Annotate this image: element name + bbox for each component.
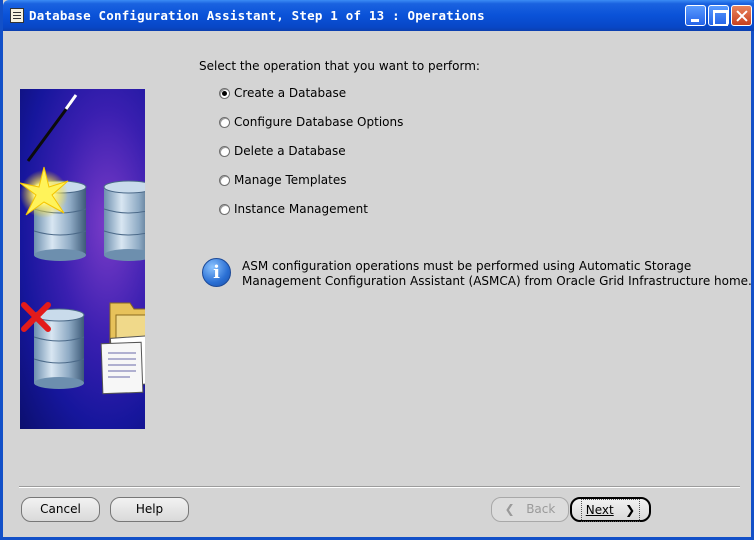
option-configure-database-options[interactable]: Configure Database Options	[219, 114, 403, 130]
database-delete-icon	[21, 302, 85, 389]
option-create-database[interactable]: Create a Database	[219, 85, 346, 101]
app-icon[interactable]	[10, 8, 24, 23]
close-button[interactable]	[731, 5, 752, 26]
radio-button[interactable]	[219, 145, 230, 157]
wizard-illustration	[20, 89, 145, 429]
radio-button[interactable]	[219, 174, 230, 186]
maximize-button[interactable]	[708, 5, 729, 26]
info-line-2: Management Configuration Assistant (ASMC…	[242, 274, 752, 288]
info-line-1: ASM configuration operations must be per…	[242, 259, 692, 273]
database-checked-icon	[103, 180, 145, 261]
help-button[interactable]: Help	[110, 497, 189, 522]
operation-prompt: Select the operation that you want to pe…	[199, 59, 480, 73]
asm-info-message: ASM configuration operations must be per…	[242, 259, 752, 289]
back-label: Back	[526, 502, 556, 516]
option-manage-templates[interactable]: Manage Templates	[219, 172, 347, 188]
dbca-window: Database Configuration Assistant, Step 1…	[0, 0, 754, 540]
radio-button[interactable]	[219, 116, 230, 128]
option-label[interactable]: Configure Database Options	[234, 115, 403, 129]
option-label[interactable]: Delete a Database	[234, 144, 346, 158]
back-button[interactable]: ❮ Back	[491, 497, 569, 522]
minimize-button[interactable]	[685, 5, 706, 26]
sparkle-icon	[20, 166, 69, 218]
info-icon: i	[202, 258, 231, 287]
next-label: Next	[585, 503, 614, 517]
button-separator	[19, 486, 740, 488]
database-operations-illustration	[20, 94, 145, 395]
chevron-left-icon: ❮	[504, 502, 515, 516]
templates-folder-icon	[100, 302, 145, 395]
radio-button[interactable]	[219, 203, 230, 215]
radio-button[interactable]	[219, 87, 230, 99]
cancel-button[interactable]: Cancel	[21, 497, 100, 522]
option-label[interactable]: Instance Management	[234, 202, 368, 216]
title-bar[interactable]: Database Configuration Assistant, Step 1…	[3, 0, 754, 31]
window-title: Database Configuration Assistant, Step 1…	[29, 8, 485, 23]
option-label[interactable]: Create a Database	[234, 86, 346, 100]
option-instance-management[interactable]: Instance Management	[219, 201, 368, 217]
next-button[interactable]: Next ❯	[570, 497, 651, 522]
chevron-right-icon: ❯	[625, 503, 636, 517]
option-delete-database[interactable]: Delete a Database	[219, 143, 346, 159]
option-label[interactable]: Manage Templates	[234, 173, 347, 187]
